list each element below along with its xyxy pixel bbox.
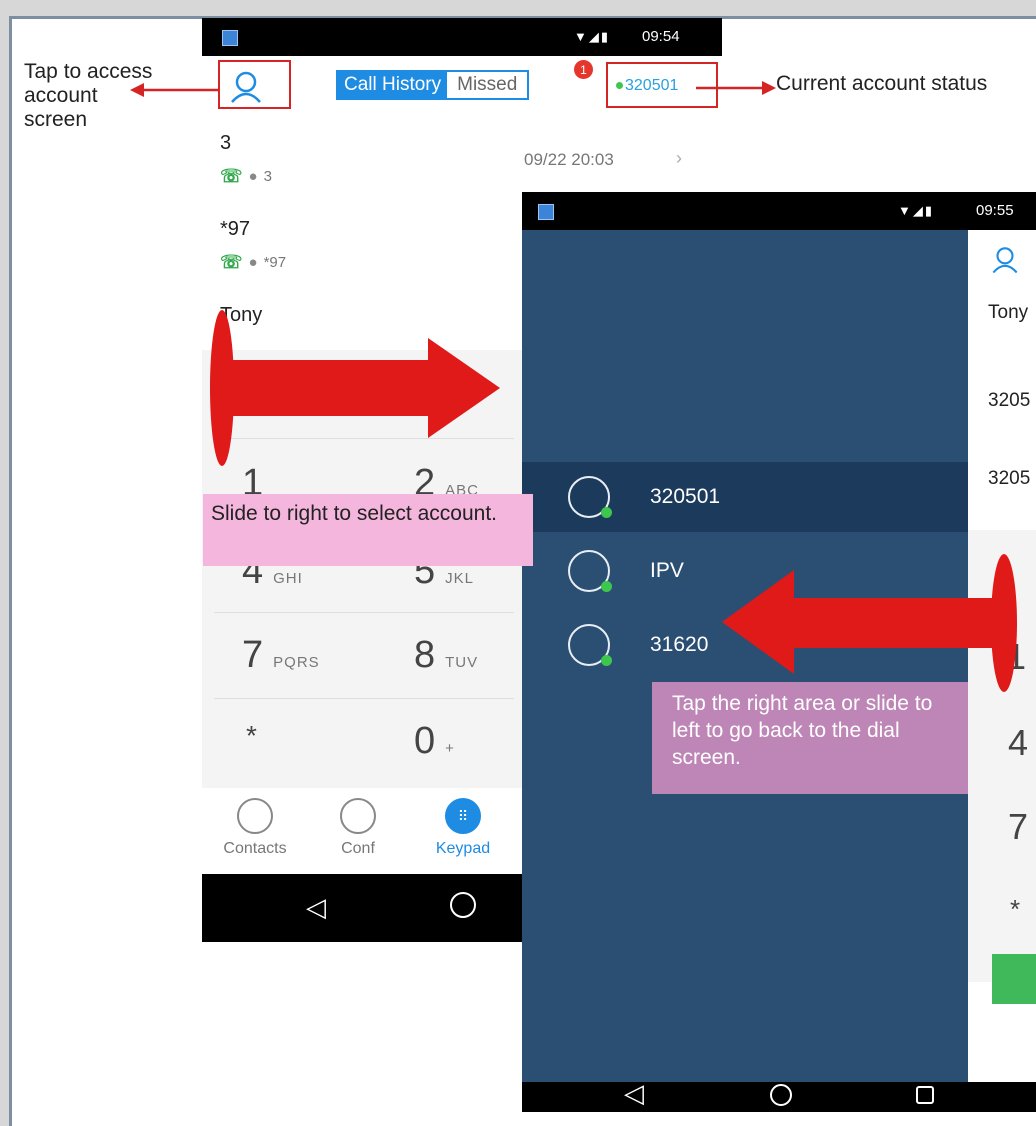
key-letters: JKL — [445, 570, 474, 587]
call-button — [992, 954, 1036, 1004]
key-digit: 8 — [414, 634, 436, 676]
key-letters: + — [445, 740, 455, 757]
highlight-account-icon — [218, 60, 291, 109]
key-7: 7 — [1008, 806, 1029, 847]
status-time: 09:55 — [976, 202, 1014, 219]
peek-row-name: Tony — [988, 302, 1029, 323]
outgoing-call-icon: ☏ — [220, 252, 243, 272]
call-time: 09/22 20:03 — [524, 150, 614, 169]
slide-right-arrow — [210, 310, 500, 466]
signal-battery-icon: ▼◢▮ — [898, 203, 935, 218]
home-icon[interactable] — [770, 1084, 792, 1106]
keypad-icon: ⠿ — [445, 798, 481, 834]
home-icon[interactable] — [450, 892, 476, 918]
account-person-icon — [992, 247, 1018, 274]
key-letters: TUV — [445, 654, 479, 671]
arrow-right-annotation — [696, 81, 776, 95]
signal-battery-icon: ▼◢▮ — [574, 29, 611, 44]
call-detail: ☏ ● 3 — [220, 166, 272, 187]
list-item[interactable]: 3 ☏ ● 3 — [202, 120, 522, 207]
call-name: 3 — [220, 132, 232, 154]
status-dot-icon — [601, 655, 612, 666]
key-8[interactable]: 8 TUV — [414, 634, 478, 677]
divider — [214, 612, 514, 613]
status-time: 09:54 — [642, 28, 680, 45]
status-dot-icon — [601, 507, 612, 518]
left-nav-bar: ◁ — [202, 874, 522, 942]
account-avatar-icon — [568, 550, 612, 592]
bottom-nav: Contacts Conf ⠿ Keypad — [202, 788, 522, 874]
account-name: 320501 — [650, 485, 721, 508]
chevron-right-icon[interactable]: › — [676, 148, 682, 169]
nav-contacts[interactable]: Contacts — [212, 798, 298, 858]
key-star: * — [1010, 894, 1021, 924]
arrow-left-annotation — [130, 83, 220, 97]
key-digit: 0 — [414, 720, 436, 762]
nav-label: Conf — [341, 840, 375, 857]
tab-missed[interactable]: Missed — [447, 72, 528, 98]
account-name: 31620 — [650, 633, 709, 656]
app-icon — [538, 204, 554, 220]
right-nav-bar: ◁ — [522, 1082, 1036, 1112]
conference-icon — [340, 798, 376, 834]
call-number: 3 — [263, 168, 272, 185]
key-4: 4 — [1008, 722, 1029, 763]
key-letters: GHI — [273, 570, 303, 587]
divider — [214, 698, 514, 699]
account-avatar-icon — [568, 624, 612, 666]
call-detail: ☏ ● *97 — [220, 252, 286, 273]
key-7[interactable]: 7 PQRS — [242, 634, 320, 677]
outgoing-call-icon: ☏ — [220, 166, 243, 186]
slide-left-arrow — [722, 554, 1017, 692]
key-star[interactable]: * — [246, 720, 257, 752]
call-number: *97 — [263, 254, 287, 271]
annotation-slide-right: Slide to right to select account. — [203, 494, 533, 566]
back-icon[interactable]: ◁ — [306, 892, 326, 923]
mic-icon: ● — [248, 168, 258, 185]
nav-keypad[interactable]: ⠿ Keypad — [420, 798, 506, 858]
account-name: IPV — [650, 559, 684, 582]
back-icon[interactable]: ◁ — [624, 1082, 644, 1109]
missed-badge: 1 — [574, 60, 593, 79]
call-name: *97 — [220, 218, 251, 240]
left-status-bar: ▼◢▮ 09:54 — [202, 18, 722, 56]
annotation-tap-right: Tap the right area or slide to left to g… — [652, 682, 968, 794]
tab-call-history[interactable]: Call History — [338, 72, 448, 98]
list-item[interactable]: *97 ☏ ● *97 — [202, 206, 522, 293]
account-item-320501[interactable]: 320501 — [522, 462, 968, 532]
contacts-icon — [237, 798, 273, 834]
mic-icon: ● — [248, 254, 258, 271]
nav-label: Contacts — [223, 840, 287, 857]
peek-dialpad-lower: 4 7 * — [968, 682, 1036, 1004]
nav-label: Keypad — [435, 840, 491, 857]
key-0[interactable]: 0 + — [414, 720, 455, 763]
nav-conf[interactable]: Conf — [320, 798, 396, 858]
peek-row-name: 3205 — [988, 390, 1031, 411]
key-digit: 7 — [242, 634, 264, 676]
key-digit: * — [246, 720, 257, 751]
app-icon — [222, 30, 238, 46]
account-avatar-icon — [568, 476, 612, 518]
peek-row-name: 3205 — [988, 468, 1031, 489]
call-tabs: Call History Missed — [336, 70, 530, 100]
status-dot-icon — [601, 581, 612, 592]
right-status-bar: ▼◢▮ 09:55 — [522, 192, 1036, 230]
annotation-account-status: Current account status — [776, 72, 988, 95]
key-letters: PQRS — [273, 654, 320, 671]
recents-icon[interactable] — [916, 1086, 934, 1104]
